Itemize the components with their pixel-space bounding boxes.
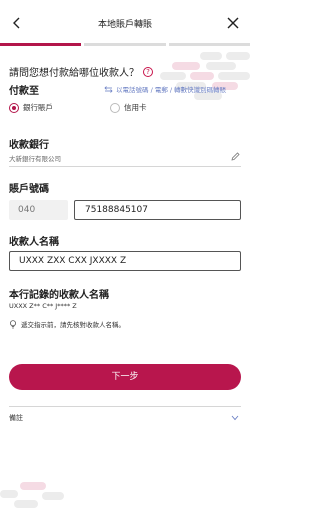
radio-selected-icon [9, 102, 19, 113]
tip-text: 遞交指示前，請先核對收款人名稱。 [21, 321, 125, 329]
question-text: 請問您想付款給哪位收款人？ [9, 68, 139, 79]
divider [9, 166, 241, 167]
step-progress [0, 43, 250, 46]
decorative-pattern [0, 478, 70, 511]
recorded-name-value: UXXX Z** C** J**** Z [9, 302, 77, 310]
pencil-icon[interactable] [231, 152, 240, 161]
swap-arrows-icon [104, 85, 113, 93]
radio-label: 信用卡 [124, 103, 147, 112]
swap-link-text: 以電話號碼 / 電郵 / 轉數快識別碼轉賬 [116, 86, 227, 94]
swap-transfer-method-link[interactable]: 以電話號碼 / 電郵 / 轉數快識別碼轉賬 [104, 84, 226, 94]
receiving-bank-label: 收款銀行 [9, 140, 49, 151]
pay-to-label: 付款至 [9, 86, 39, 97]
account-number-input[interactable]: 75188845107 [74, 200, 241, 220]
close-icon [227, 17, 239, 29]
radio-bank-account[interactable]: 銀行賬戶 [9, 102, 53, 113]
payee-name-input[interactable]: UXXX ZXX CXX JXXXX Z [9, 251, 241, 271]
progress-step-2 [84, 43, 166, 46]
progress-step-3 [168, 43, 250, 46]
decorative-pattern [160, 48, 250, 103]
top-bar: 本地賬戶轉賬 [0, 0, 250, 46]
bank-code-field: 040 [9, 200, 68, 220]
receiving-bank-value: 大新銀行有限公司 [9, 155, 61, 163]
next-button[interactable]: 下一步 [9, 364, 241, 390]
question-row: 請問您想付款給哪位收款人？ ? [9, 64, 153, 79]
recorded-name-label: 本行記錄的收款人名稱 [9, 290, 109, 301]
radio-unselected-icon [110, 102, 120, 113]
remarks-toggle[interactable]: 備註 [9, 413, 241, 425]
account-number-label: 賬戶號碼 [9, 184, 49, 195]
chevron-down-icon [231, 415, 239, 421]
progress-step-1 [0, 43, 82, 46]
close-button[interactable] [224, 14, 242, 32]
lightbulb-icon [10, 319, 16, 328]
radio-label: 銀行賬戶 [23, 103, 53, 112]
divider [9, 406, 241, 407]
tip-row: 遞交指示前，請先核對收款人名稱。 [9, 319, 125, 329]
page-title: 本地賬戶轉賬 [97, 20, 152, 30]
remarks-label: 備註 [9, 414, 23, 422]
radio-credit-card[interactable]: 信用卡 [110, 102, 147, 113]
payee-name-label: 收款人名稱 [9, 237, 59, 248]
help-icon[interactable]: ? [143, 66, 153, 77]
